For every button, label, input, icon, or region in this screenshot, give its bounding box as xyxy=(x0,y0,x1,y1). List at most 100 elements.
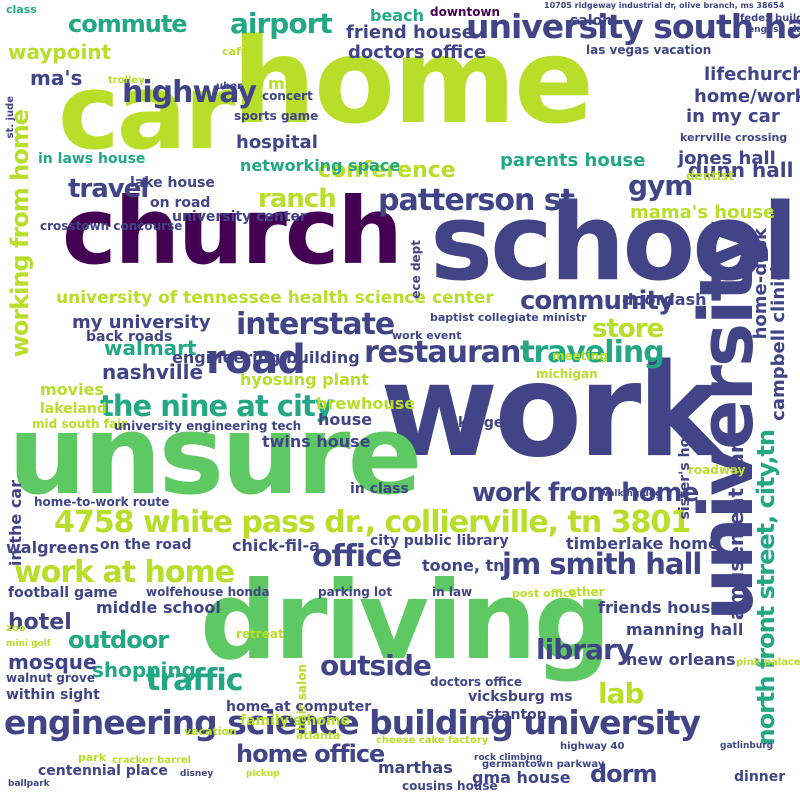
word-jm-smith-hall: jm smith hall xyxy=(502,547,702,581)
word-home-work: home/work xyxy=(694,86,800,107)
word-cheesecake-factory: cheese cake factory xyxy=(376,735,489,746)
word-networking-space: networking space xyxy=(240,156,401,175)
word-university-of-tennessee: university of tennessee health science c… xyxy=(56,288,494,308)
word-home-office: home office xyxy=(236,740,385,768)
word-twins-house: twins house xyxy=(262,432,371,451)
word-friend-house: friend house xyxy=(346,22,474,43)
word-pink-palace: pink palace xyxy=(736,657,800,668)
word-football-game: football game xyxy=(8,585,118,601)
word-downtown: downtown xyxy=(430,5,501,19)
word-stanton: stanton xyxy=(486,707,547,723)
word-house: house xyxy=(318,410,373,429)
word-doordash: doordash xyxy=(622,290,707,309)
word-parking-lot: parking lot xyxy=(318,585,393,599)
word-walnut-grove: walnut grove xyxy=(6,671,96,685)
word-chick-fil-a: chick-fil-a xyxy=(232,536,320,555)
word-amusement-park: amusement park xyxy=(724,430,748,621)
word-engineering-building: engineering building xyxy=(172,348,360,367)
word-michigan: michigan xyxy=(536,367,598,381)
word-outdoor: outdoor xyxy=(68,626,169,654)
word-rock-climbing: rock climbing xyxy=(474,753,543,763)
word-crosstown-concourse: crosstown concourse xyxy=(40,219,183,233)
word-post-office: post office xyxy=(512,587,577,600)
word-shopping: shopping xyxy=(92,658,196,682)
word-gma-house: gma house xyxy=(472,768,571,787)
word-north-front-street: north front street, city,tn xyxy=(752,430,780,746)
word-retreat: retreat xyxy=(236,627,284,641)
word-roadway: roadway xyxy=(688,463,746,477)
word-lifechurch: lifechurch xyxy=(704,64,800,85)
word-hair-salon: hair salon xyxy=(295,664,309,731)
word-walgreens: walgreens xyxy=(6,538,100,557)
word-doctors-office-small: doctors office xyxy=(430,675,523,689)
word-manning-hall: manning hall xyxy=(626,620,744,639)
word-ece-dept: ece dept xyxy=(409,240,423,299)
word-mini-golf: mini golf xyxy=(6,639,51,649)
word-new-orleans: new orleans xyxy=(626,650,736,669)
word-waypoint: waypoint xyxy=(8,40,112,64)
word-marthas: marthas xyxy=(378,758,453,777)
word-cracker-barrel: cracker barrel xyxy=(112,755,192,766)
word-in-my-car: in my car xyxy=(686,106,780,127)
word-ridgeway-address: 10705 ridgeway industrial dr, olive bran… xyxy=(544,1,785,10)
word-kroger: kroger xyxy=(458,415,511,431)
word-gym: gym xyxy=(628,169,693,202)
word-ballpark: ballpark xyxy=(8,779,50,789)
word-work-at-home: work at home xyxy=(14,555,235,590)
word-campbell-clinic: campbell clinic xyxy=(768,270,789,421)
word-lake-house: lake house xyxy=(130,175,215,191)
word-salon: salon xyxy=(570,13,613,29)
word-fedex-building: fedex building xyxy=(740,13,800,24)
word-university-engineering-tech: university engineering tech xyxy=(114,419,302,433)
word-city-public-library: city public library xyxy=(370,533,509,549)
word-home-to-work-route: home-to-work route xyxy=(34,495,170,509)
word-uber: uber xyxy=(216,81,242,92)
word-commute: commute xyxy=(68,10,188,38)
word-hyosung-plant: hyosung plant xyxy=(240,370,369,389)
word-walking-dog: walking dog xyxy=(600,489,662,499)
word-lakeland: lakeland xyxy=(40,401,107,417)
word-work-event: work event xyxy=(392,329,462,342)
word-dinner: dinner xyxy=(734,769,786,785)
word-beach: beach xyxy=(370,6,424,25)
word-hospital: hospital xyxy=(236,132,318,153)
word-mas: ma's xyxy=(30,66,83,90)
word-middle-school: middle school xyxy=(96,598,221,617)
word-the-nine-at-city: the nine at city xyxy=(100,389,334,423)
word-patterson-st: patterson st xyxy=(378,183,575,218)
word-mid-south-fair: mid south fair xyxy=(32,417,128,431)
word-outside: outside xyxy=(320,649,432,682)
word-interstate: interstate xyxy=(236,307,395,342)
word-st-jude: st. jude xyxy=(5,96,16,139)
word-dentist: dentist xyxy=(686,169,734,183)
word-highway-40: highway 40 xyxy=(560,741,625,752)
word-toone-tn: toone, tn xyxy=(422,556,505,575)
word-zoo: zoo xyxy=(6,623,26,634)
word-class: class xyxy=(6,3,37,16)
word-cloud: home car church school work unsure drivi… xyxy=(0,0,800,800)
word-baptist-collegiate: baptist collegiate ministr xyxy=(430,311,587,324)
word-trolley: trolley xyxy=(108,75,145,86)
word-in-laws-house: in laws house xyxy=(38,151,146,167)
word-gatlinburg: gatlinburg xyxy=(720,741,774,751)
word-in-class: in class xyxy=(350,481,409,497)
word-bar: bar xyxy=(242,65,261,76)
word-friends-house: friends house xyxy=(598,598,722,617)
word-movies: movies xyxy=(40,380,104,399)
word-in-law: in law xyxy=(432,585,473,599)
word-store: store xyxy=(592,314,664,344)
word-doctors-office: doctors office xyxy=(348,42,487,63)
word-library: library xyxy=(536,633,634,666)
word-sports-game: sports game xyxy=(234,109,319,123)
word-centennial-place: centennial place xyxy=(38,763,168,779)
word-las-vegas-vacation: las vegas vacation xyxy=(586,43,712,57)
word-kerrville-crossing: kerrville crossing xyxy=(680,131,788,144)
word-jones-hall: jones hall xyxy=(678,148,776,169)
word-vicksburg-ms: vicksburg ms xyxy=(468,689,573,705)
word-airport: airport xyxy=(230,7,333,40)
word-disney: disney xyxy=(180,769,214,779)
word-university-center: university center xyxy=(172,209,307,225)
word-within-sight: within sight xyxy=(6,687,100,703)
word-mamas-house: mama's house xyxy=(630,202,776,223)
word-wolfehouse-honda: wolfehouse honda xyxy=(146,585,270,599)
